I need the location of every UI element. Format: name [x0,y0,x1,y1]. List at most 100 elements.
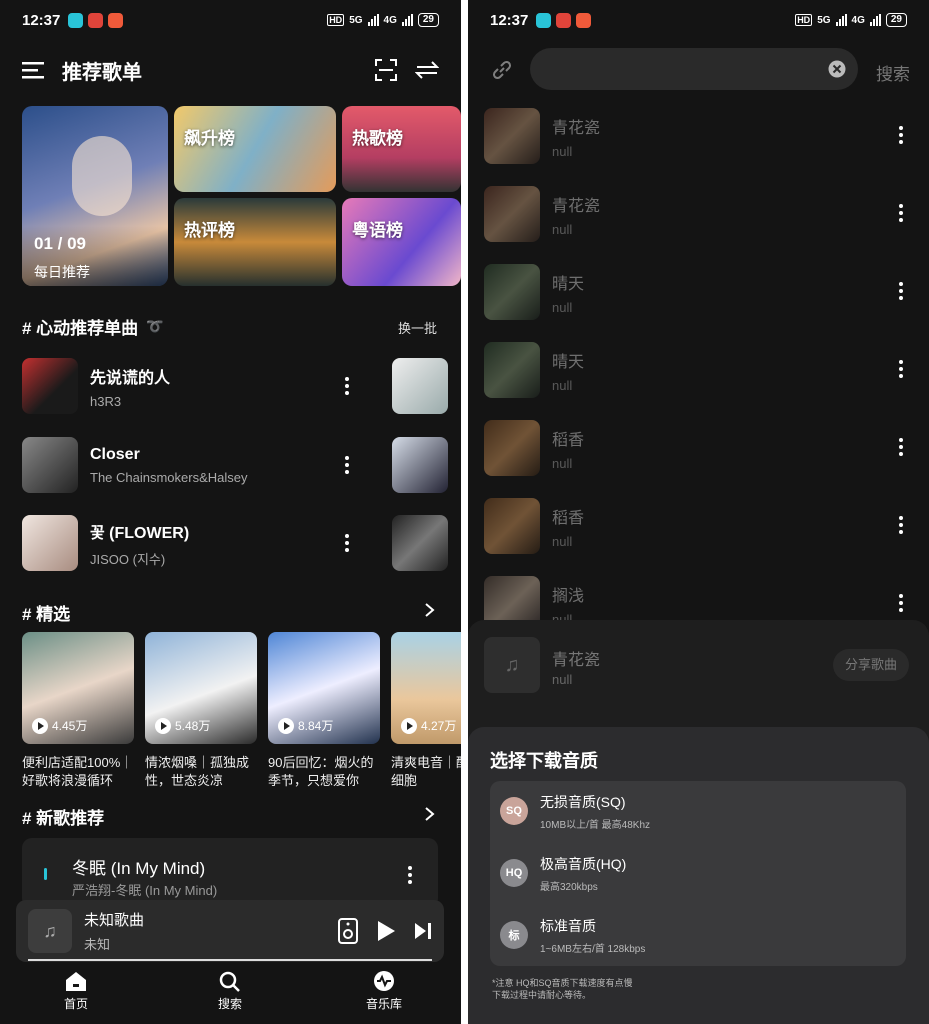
playlist-title: 90后回忆：烟火的季节，只想爱你 [268,755,374,788]
playlist-cover: 4.45万 [22,632,134,744]
home-screen: 12:37 HD 5G 4G 29 推荐歌单 01 / 09 每日推荐 飙升榜 … [0,0,461,1024]
section-title: # 心动推荐单曲 ➰ [22,314,164,339]
more-icon[interactable] [899,594,903,615]
play-icon [155,717,171,734]
rank-card-comments[interactable]: 热评榜 [174,198,336,286]
nav-home[interactable]: 首页 [46,970,106,1012]
more-icon[interactable] [899,438,903,459]
quality-badge: 标 [500,921,528,949]
chevron-right-icon[interactable] [424,602,436,618]
song-cover-next-page[interactable] [392,358,448,414]
song-item[interactable]: 先说谎的人 h3R3 [22,358,362,414]
search-button[interactable]: 搜索 [876,60,910,85]
note-line: *注意 HQ和SQ音质下载速度有点慢 [492,978,633,988]
app-notification-icon [576,12,592,28]
play-count: 5.48万 [155,717,210,734]
signal-icon [835,14,847,26]
more-icon[interactable] [345,534,349,555]
playlist-title: 便利店适配100%｜好歌将浪漫循环 [22,755,134,788]
more-icon[interactable] [345,456,349,477]
decor-icon: ➰ [146,318,164,334]
search-result-item[interactable]: 晴天 null [484,342,914,398]
quality-badge: SQ [500,797,528,825]
more-icon[interactable] [899,516,903,537]
refresh-button[interactable]: 换一批 [398,318,437,337]
playing-indicator-icon [44,868,47,880]
new-song-item[interactable]: 冬眠 (In My Mind) 严浩翔-冬眠 (In My Mind) [22,838,438,908]
play-count: 4.45万 [32,717,87,734]
header: 推荐歌单 [22,52,439,88]
share-song-button[interactable]: 分享歌曲 [833,649,910,681]
now-playing-artist: 未知 [84,937,111,952]
more-icon[interactable] [408,866,412,887]
status-bar: 12:37 HD 5G 4G 29 [22,8,439,32]
quality-label: 标准音质 [540,917,596,934]
playlist-title: 清爽电音｜醒快乐细胞 [391,755,461,788]
song-title: 青花瓷 [552,119,601,137]
song-cover [484,342,540,398]
mini-player[interactable]: ♫ 未知歌曲 未知 [16,900,444,962]
more-icon[interactable] [899,282,903,303]
quality-option-hq[interactable]: HQ 极高音质(HQ) 最高320kbps [500,853,626,893]
song-cover [484,264,540,320]
search-result-item[interactable]: 稻香 null [484,498,914,554]
search-result-item[interactable]: 青花瓷 null [484,186,914,242]
nav-library[interactable]: 音乐库 [354,970,414,1012]
quality-badge: HQ [500,859,528,887]
switch-icon[interactable] [415,59,439,81]
daily-date: 01 / 09 [34,234,86,253]
song-cover-next-page[interactable] [392,437,448,493]
note-line: 下载过程中请耐心等待。 [492,990,592,1000]
playlist-card[interactable]: 4.45万 便利店适配100%｜好歌将浪漫循环 [22,632,134,790]
status-bar: 12:37 HD 5G 4G 29 [490,8,907,32]
signal-icon [869,14,881,26]
bottom-nav: 首页 搜索 音乐库 [0,962,461,1024]
rank-label: 热评榜 [184,221,235,240]
chevron-right-icon[interactable] [424,806,436,822]
song-cover [484,498,540,554]
signal-icon [401,14,413,26]
rank-card-hot[interactable]: 热歌榜 [342,106,461,192]
song-cover-next-page[interactable] [392,515,448,571]
playlist-cover: 4.27万 [391,632,461,744]
search-result-item[interactable]: 晴天 null [484,264,914,320]
more-icon[interactable] [899,360,903,381]
song-item[interactable]: 꽃 (FLOWER) JISOO (지수) [22,515,362,571]
more-icon[interactable] [899,204,903,225]
app-notification-icon [68,12,84,28]
search-input[interactable] [530,48,858,90]
playlist-card[interactable]: 8.84万 90后回忆：烟火的季节，只想爱你 [268,632,380,790]
search-result-item[interactable]: 青花瓷 null [484,108,914,164]
artwork-figure [72,136,132,216]
song-cover [22,358,78,414]
playlist-card[interactable]: 5.48万 情浓烟嗓｜孤独成性，世态炎凉 [145,632,257,790]
search-result-item[interactable]: 稻香 null [484,420,914,476]
scan-icon[interactable] [375,59,397,81]
playlist-card[interactable]: 4.27万 清爽电音｜醒快乐细胞 [391,632,461,790]
daily-recommend-card[interactable]: 01 / 09 每日推荐 [22,106,168,286]
song-artist: JISOO (지수) [90,551,166,567]
menu-icon[interactable] [22,60,44,80]
battery-icon: 29 [417,13,439,27]
quality-option-sq[interactable]: SQ 无损音质(SQ) 10MB以上/首 最高48Khz [500,791,650,831]
quality-option-standard[interactable]: 标 标准音质 1~6MB左右/首 128kbps [500,915,645,955]
more-icon[interactable] [345,377,349,398]
song-title: 先说谎的人 [90,369,171,387]
more-icon[interactable] [899,126,903,147]
nav-search[interactable]: 搜索 [200,970,260,1012]
play-count-value: 8.84万 [298,719,334,733]
download-note: *注意 HQ和SQ音质下载速度有点慢 下载过程中请耐心等待。 [492,977,633,1001]
speaker-icon[interactable] [338,918,358,944]
clear-icon[interactable] [828,60,846,78]
rank-label: 飙升榜 [184,129,235,148]
play-icon[interactable] [376,920,396,942]
song-artist: null [552,455,573,471]
network-label: 5G [817,14,831,26]
song-item[interactable]: Closer The Chainsmokers&Halsey [22,437,362,493]
signal-icon [367,14,379,26]
rank-card-cantonese[interactable]: 粤语榜 [342,198,461,286]
song-artist: null [552,221,573,237]
skip-next-icon[interactable] [414,922,432,940]
rank-card-rising[interactable]: 飙升榜 [174,106,336,192]
link-icon[interactable] [490,58,514,82]
